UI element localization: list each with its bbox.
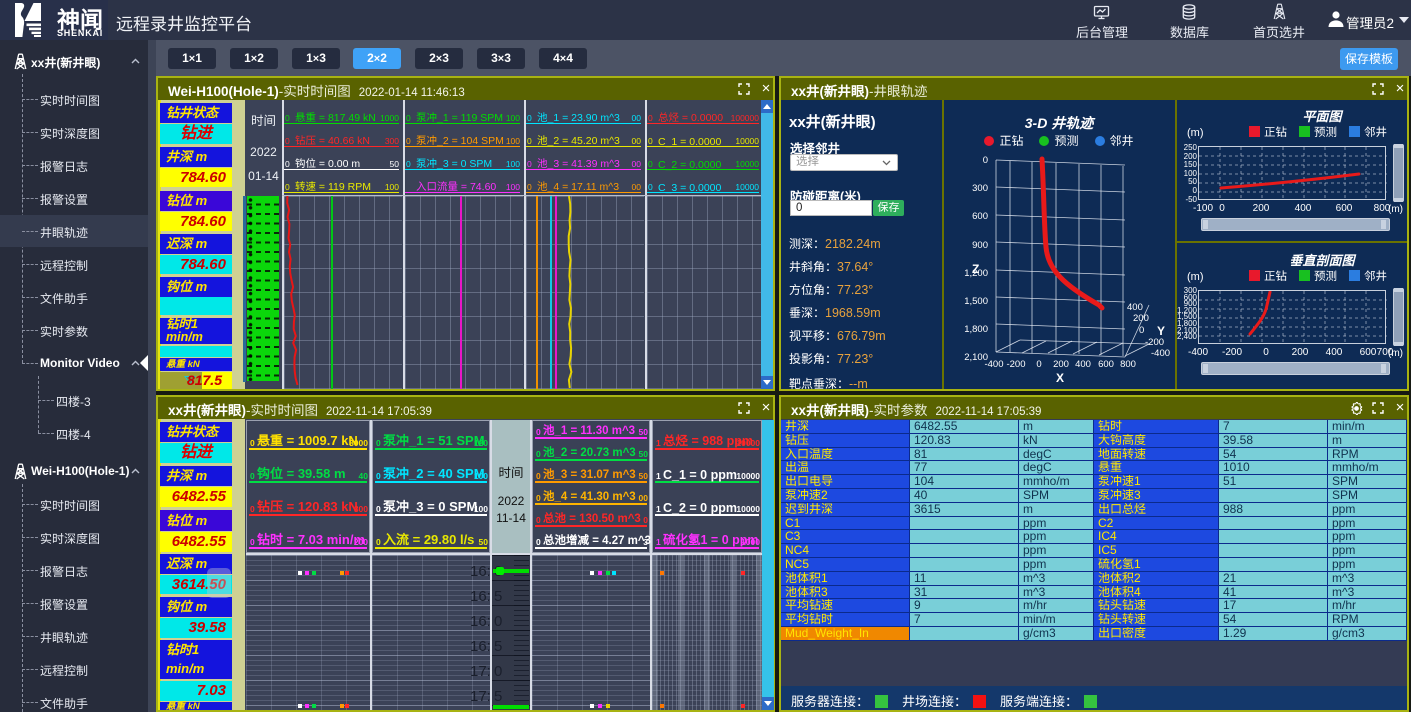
svg-text:600: 600 bbox=[1098, 359, 1114, 370]
svg-text:200: 200 bbox=[1053, 359, 1069, 370]
svg-text:900: 900 bbox=[972, 240, 988, 251]
svg-text:200: 200 bbox=[1133, 313, 1149, 324]
svg-text:300: 300 bbox=[972, 183, 988, 194]
svg-text:Y: Y bbox=[1157, 324, 1165, 338]
svg-text:1,500: 1,500 bbox=[964, 296, 988, 307]
svg-text:Z: Z bbox=[972, 262, 979, 276]
svg-text:X: X bbox=[1056, 371, 1064, 385]
svg-text:-200: -200 bbox=[1145, 337, 1164, 348]
svg-text:0: 0 bbox=[1036, 359, 1041, 370]
svg-text:400: 400 bbox=[1075, 359, 1091, 370]
svg-text:-200: -200 bbox=[1006, 359, 1025, 370]
svg-text:400: 400 bbox=[1127, 302, 1143, 313]
svg-text:0: 0 bbox=[983, 155, 988, 166]
svg-text:-400: -400 bbox=[1151, 348, 1170, 359]
svg-text:1,800: 1,800 bbox=[964, 324, 988, 335]
svg-text:0: 0 bbox=[1139, 325, 1144, 336]
svg-text:800: 800 bbox=[1120, 359, 1136, 370]
svg-text:-400: -400 bbox=[984, 359, 1003, 370]
svg-text:600: 600 bbox=[972, 211, 988, 222]
